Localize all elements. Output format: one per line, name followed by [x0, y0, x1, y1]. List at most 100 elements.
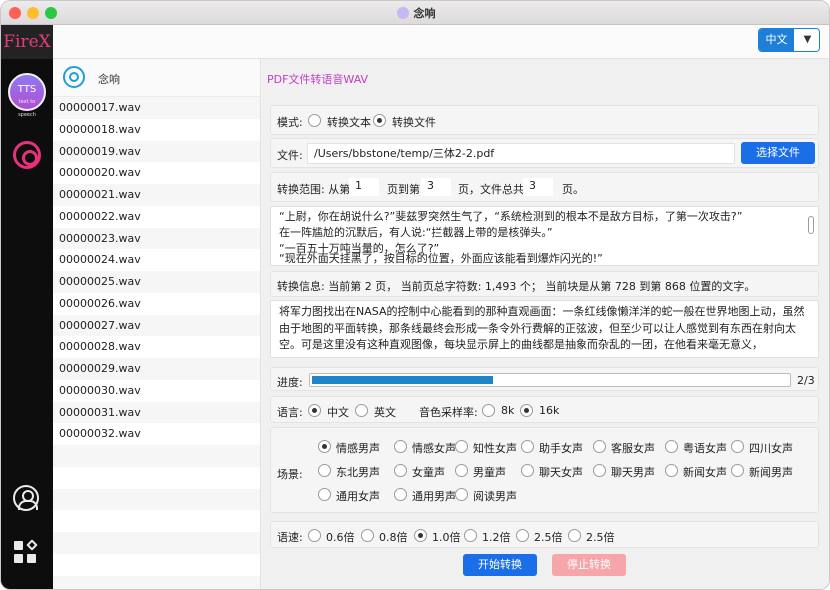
- title-bar: 念响: [1, 1, 829, 25]
- mode-label: 模式:: [277, 116, 303, 129]
- scene-option-label: 男童声: [473, 466, 506, 479]
- range-to-input[interactable]: 3: [421, 178, 451, 196]
- file-list-item[interactable]: 00000030.wav: [53, 380, 260, 402]
- speed-radio[interactable]: [464, 529, 477, 542]
- scene-radio[interactable]: [394, 464, 407, 477]
- file-list-item[interactable]: 00000026.wav: [53, 293, 260, 315]
- file-list-item[interactable]: 00000021.wav: [53, 184, 260, 206]
- file-list-empty-row: [53, 575, 260, 589]
- scene-radio[interactable]: [593, 464, 606, 477]
- scene-option-label: 聊天女声: [539, 466, 583, 479]
- scene-radio[interactable]: [318, 464, 331, 477]
- scene-radio[interactable]: [455, 464, 468, 477]
- file-list-item[interactable]: 00000028.wav: [53, 336, 260, 358]
- file-list-empty-row: [53, 445, 260, 467]
- scene-radio[interactable]: [318, 440, 331, 453]
- stop-conversion-button[interactable]: 停止转换: [552, 554, 626, 576]
- user-icon[interactable]: [13, 485, 39, 511]
- audio-disc-icon[interactable]: [13, 141, 41, 169]
- file-list-item[interactable]: 00000031.wav: [53, 401, 260, 424]
- scene-radio[interactable]: [521, 440, 534, 453]
- select-file-button[interactable]: 选择文件: [741, 142, 815, 164]
- speed-option-label: 1.0倍: [432, 531, 461, 544]
- speed-radio[interactable]: [361, 529, 374, 542]
- scene-option-label: 新闻男声: [749, 466, 793, 479]
- sample-8k-label: 8k: [501, 404, 515, 417]
- scene-option-label: 阅读男声: [473, 490, 517, 503]
- sample-rate-label: 音色采样率:: [419, 406, 478, 419]
- mode-text-radio[interactable]: [308, 114, 321, 127]
- tts-sublabel: text to speech: [18, 99, 36, 118]
- preview-line: 在一阵尴尬的沉默后，有人说:“拦截器上带的是核弹头。”: [279, 226, 553, 239]
- scene-radio[interactable]: [665, 464, 678, 477]
- language-zh-radio[interactable]: [308, 404, 321, 417]
- file-list-item[interactable]: 00000027.wav: [53, 314, 260, 337]
- scene-radio[interactable]: [394, 440, 407, 453]
- scene-option-label: 东北男声: [336, 466, 380, 479]
- mode-text-label: 转换文本: [327, 116, 371, 129]
- file-list-empty-row: [53, 488, 260, 511]
- app-icon: [396, 7, 409, 19]
- scene-radio[interactable]: [318, 488, 331, 501]
- speed-radio[interactable]: [568, 529, 581, 542]
- range-total-value: 3: [523, 178, 553, 196]
- sample-8k-radio[interactable]: [482, 404, 495, 417]
- scene-radio[interactable]: [731, 464, 744, 477]
- scene-radio[interactable]: [455, 488, 468, 501]
- range-from-input[interactable]: 1: [349, 178, 379, 196]
- chevron-down-icon[interactable]: ▼: [794, 29, 819, 51]
- file-list-item[interactable]: 00000017.wav: [53, 97, 260, 119]
- ui-language-selector[interactable]: 中文 ▼: [758, 28, 820, 52]
- progress-text: 2/3: [797, 374, 815, 387]
- speed-radio[interactable]: [516, 529, 529, 542]
- speed-option-label: 0.8倍: [379, 531, 408, 544]
- language-row: 语言: 中文 英文 音色采样率: 8k 16k: [270, 396, 819, 423]
- file-list-item[interactable]: 00000018.wav: [53, 119, 260, 141]
- file-list-item[interactable]: 00000019.wav: [53, 140, 260, 163]
- apps-icon[interactable]: [14, 539, 38, 565]
- range-row: 转换范围: 从第 1 页到第 3 页，文件总共 3 页。: [270, 172, 819, 202]
- speed-radio[interactable]: [308, 529, 321, 542]
- scene-radio[interactable]: [665, 440, 678, 453]
- tts-nav-button[interactable]: TTS text to speech: [8, 73, 46, 118]
- file-list-item[interactable]: 00000025.wav: [53, 271, 260, 293]
- scene-radio[interactable]: [455, 440, 468, 453]
- file-list-item[interactable]: 00000024.wav: [53, 249, 260, 271]
- text-preview[interactable]: “上尉，你在胡说什么?”斐兹罗突然生气了，“系统检测到的根本不是敌方目标，了第一…: [270, 206, 819, 266]
- scene-radio[interactable]: [731, 440, 744, 453]
- ui-language-value[interactable]: 中文: [759, 29, 794, 51]
- progress-label: 进度:: [277, 376, 303, 389]
- mode-file-radio[interactable]: [373, 114, 386, 127]
- preview-scrollbar[interactable]: [807, 208, 817, 264]
- file-list-item[interactable]: 00000022.wav: [53, 206, 260, 228]
- sidebar: FireX TTS text to speech: [1, 25, 53, 589]
- progress-row: 进度: 2/3: [270, 367, 819, 391]
- scene-radio[interactable]: [394, 488, 407, 501]
- start-conversion-button[interactable]: 开始转换: [463, 554, 537, 576]
- range-from-label: 转换范围: 从第: [277, 183, 351, 196]
- file-list-item[interactable]: 00000032.wav: [53, 423, 260, 445]
- scene-option-label: 客服女声: [611, 442, 655, 455]
- current-block-text: 将军力图找出在NASA的控制中心能看到的那种直观画面：一条红线像懒洋洋的蛇一般在…: [270, 300, 819, 358]
- range-total-label: 页，文件总共: [458, 183, 524, 196]
- file-list-item[interactable]: 00000023.wav: [53, 227, 260, 250]
- tts-label: TTS: [17, 84, 37, 95]
- file-row: 文件: /Users/bbstone/temp/三体2-2.pdf 选择文件: [270, 138, 819, 168]
- file-list-empty-row: [53, 554, 260, 576]
- sample-16k-radio[interactable]: [520, 404, 533, 417]
- scene-option-label: 情感男声: [336, 442, 380, 455]
- file-path-input[interactable]: /Users/bbstone/temp/三体2-2.pdf: [307, 143, 735, 164]
- scene-option-label: 粤语女声: [683, 442, 727, 455]
- file-list-panel: 念响 00000017.wav 00000018.wav 00000019.wav 0…: [53, 59, 261, 589]
- scene-radio[interactable]: [521, 464, 534, 477]
- progress-fill: [312, 376, 493, 384]
- file-list-item[interactable]: 00000029.wav: [53, 358, 260, 380]
- speed-radio[interactable]: [414, 529, 427, 542]
- page-title: PDF文件转语音WAV: [267, 73, 369, 86]
- file-list-item[interactable]: 00000020.wav: [53, 162, 260, 184]
- scene-option-label: 四川女声: [749, 442, 793, 455]
- language-en-label: 英文: [374, 406, 396, 419]
- speed-option-label: 2.5倍: [534, 531, 563, 544]
- scene-radio[interactable]: [593, 440, 606, 453]
- language-en-radio[interactable]: [355, 404, 368, 417]
